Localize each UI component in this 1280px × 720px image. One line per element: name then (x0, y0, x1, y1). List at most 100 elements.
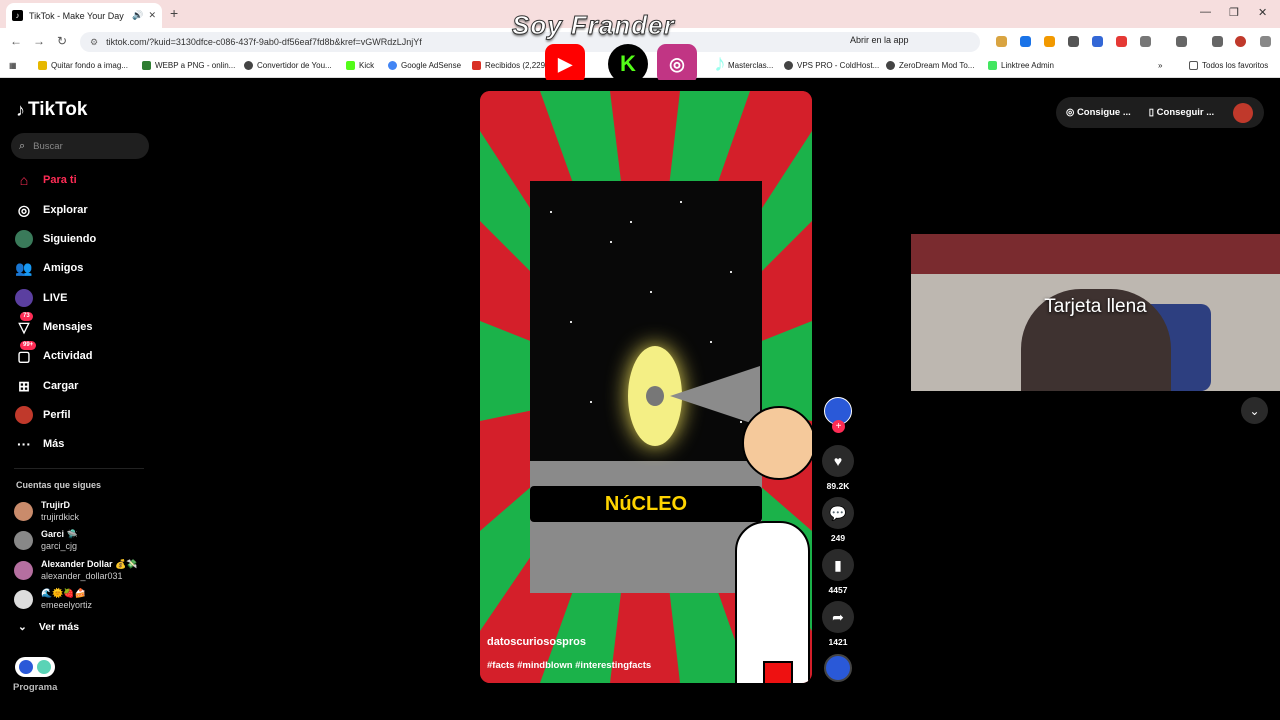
bookmark-icon (142, 61, 151, 70)
following-account[interactable]: 🌊🌞🍓🍰 emeeelyortiz (14, 587, 92, 611)
upload-icon: ⊞ (18, 377, 30, 394)
nav-mensajes[interactable]: ▽ 73 Mensajes (14, 312, 93, 337)
bookmark-item[interactable]: Linktree Admin (988, 61, 1054, 70)
bookmark-item[interactable]: Kick (346, 61, 374, 70)
extension-icon[interactable] (1020, 36, 1031, 47)
bookmark-item[interactable]: Google AdSense (388, 61, 461, 70)
nav-mas[interactable]: ··· Más (14, 434, 64, 454)
program-toggle[interactable] (15, 657, 55, 677)
bookmark-item[interactable]: Quitar fondo a imag... (38, 61, 128, 70)
program-icon (19, 660, 33, 674)
comment-button[interactable]: 💬 (822, 497, 854, 529)
coin-icon: ◎ (1066, 107, 1077, 118)
next-video-button[interactable]: ⌄ (1241, 397, 1268, 424)
video-player[interactable]: NúCLEO (480, 91, 812, 683)
home-icon: ⌂ (19, 172, 29, 188)
bookmark-item[interactable]: VPS PRO - ColdHost... (784, 61, 879, 70)
save-count: 4457 (828, 585, 848, 595)
chevron-down-icon: ⌄ (1249, 403, 1260, 418)
adblock-icon[interactable] (1116, 36, 1127, 47)
nav-live[interactable]: LIVE (14, 288, 67, 308)
profile-icon (14, 405, 34, 425)
extension-icon[interactable] (996, 36, 1007, 47)
back-icon[interactable]: ← (10, 34, 22, 48)
youtube-icon: ▶ (545, 44, 585, 84)
webcam-overlay: Tarjeta llena (911, 234, 1280, 391)
apps-icon[interactable]: ▦ (9, 61, 17, 70)
following-account[interactable]: Garci 🛸 garci_cjg (14, 528, 78, 552)
get-coins-button[interactable]: ◎ Consigue ... (1066, 107, 1131, 118)
close-window-icon[interactable]: ✕ (1258, 6, 1267, 19)
avatar (14, 589, 33, 609)
video-hashtags[interactable]: #facts #mindblown #interestingfacts (487, 660, 651, 671)
minimize-icon[interactable]: — (1200, 6, 1211, 18)
live-icon (14, 288, 34, 308)
following-account[interactable]: Alexander Dollar 💰💸 alexander_dollar031 (14, 558, 137, 582)
extension-icon[interactable] (1068, 36, 1079, 47)
messages-icon: ▽ 73 (14, 312, 34, 337)
reload-icon[interactable]: ↻ (57, 34, 67, 48)
see-more-button[interactable]: ⌄ Ver más (18, 621, 79, 633)
cast-icon[interactable] (1176, 36, 1187, 47)
music-disc-icon[interactable] (824, 654, 852, 682)
close-tab-icon[interactable]: ✕ (148, 10, 156, 21)
activity-badge: 99+ (20, 341, 37, 350)
chevron-down-icon: ⌄ (18, 621, 27, 633)
nav-amigos[interactable]: 👥 Amigos (14, 258, 83, 278)
site-info-icon[interactable]: ⚙ (90, 37, 98, 48)
nav-cargar[interactable]: ⊞ Cargar (14, 376, 78, 396)
search-input[interactable]: ⌕ Buscar (11, 133, 149, 159)
restore-icon[interactable]: ❐ (1229, 6, 1239, 19)
new-tab-icon[interactable]: + (170, 5, 178, 21)
nav-explorar[interactable]: ◎ Explorar (14, 200, 88, 220)
tiktok-logo[interactable]: ♪ TikTok (16, 99, 87, 121)
folder-icon (1189, 61, 1198, 70)
video-frame (530, 181, 762, 593)
reading-list-icon[interactable] (1212, 36, 1223, 47)
bookmark-icon (784, 61, 793, 70)
comment-icon: 💬 (829, 504, 847, 521)
open-in-app-button[interactable]: Abrir en la app (850, 35, 909, 45)
like-button[interactable]: ♥ (822, 445, 854, 477)
bookmark-item[interactable]: WEBP a PNG - onlin... (142, 61, 235, 70)
speaker-icon[interactable]: 🔊 (132, 10, 143, 21)
nav-siguiendo[interactable]: Siguiendo (14, 229, 96, 249)
bookmark-item[interactable]: ZeroDream Mod To... (886, 61, 974, 70)
nav-perfil[interactable]: Perfil (14, 405, 71, 425)
extension-icon[interactable] (1044, 36, 1055, 47)
forward-icon[interactable]: → (33, 34, 45, 48)
follow-plus-icon[interactable]: + (832, 420, 845, 433)
profile-avatar[interactable] (1235, 36, 1246, 47)
menu-icon[interactable] (1260, 36, 1271, 47)
following-section-title: Cuentas que sigues (16, 480, 102, 490)
video-caption-word: NúCLEO (530, 486, 762, 522)
avatar (14, 530, 33, 550)
nav-para-ti[interactable]: ⌂ Para ti (14, 170, 77, 190)
google-icon (388, 61, 397, 70)
friends-icon: 👥 (15, 259, 33, 276)
save-button[interactable]: ▮ (822, 549, 854, 581)
gmail-icon (472, 61, 481, 70)
more-bookmarks-icon[interactable]: » (1158, 61, 1162, 70)
video-author[interactable]: datoscuriosospros (487, 636, 586, 648)
tab-title: TikTok - Make Your Day (29, 10, 124, 21)
bookmark-item[interactable]: Recibidos (2,229... (472, 61, 552, 70)
power-icon (37, 660, 51, 674)
share-button[interactable]: ➦ (822, 601, 854, 633)
extension-icon[interactable] (1092, 36, 1103, 47)
drill-bit (670, 366, 760, 426)
nav-actividad[interactable]: ▢ 99+ Actividad (14, 341, 93, 366)
url-text: tiktok.com/?kuid=3130dfce-c086-437f-9ab0… (106, 37, 422, 47)
following-account[interactable]: TrujirD trujirdkick (14, 499, 79, 523)
tiktok-favicon-icon: ♪ (12, 10, 23, 21)
user-avatar[interactable] (1233, 103, 1253, 123)
bookmark-item[interactable]: Convertidor de You... (244, 61, 332, 70)
extensions-puzzle-icon[interactable] (1140, 36, 1151, 47)
cartoon-character-head (742, 406, 812, 480)
following-avatar-icon (14, 229, 34, 249)
get-app-button[interactable]: ▯ Conseguir ... (1149, 107, 1214, 118)
browser-tab[interactable]: ♪ TikTok - Make Your Day 🔊 ✕ (6, 3, 162, 28)
cartoon-character-body (735, 521, 810, 683)
search-icon: ⌕ (19, 139, 26, 152)
all-favorites[interactable]: Todos los favoritos (1189, 61, 1268, 70)
